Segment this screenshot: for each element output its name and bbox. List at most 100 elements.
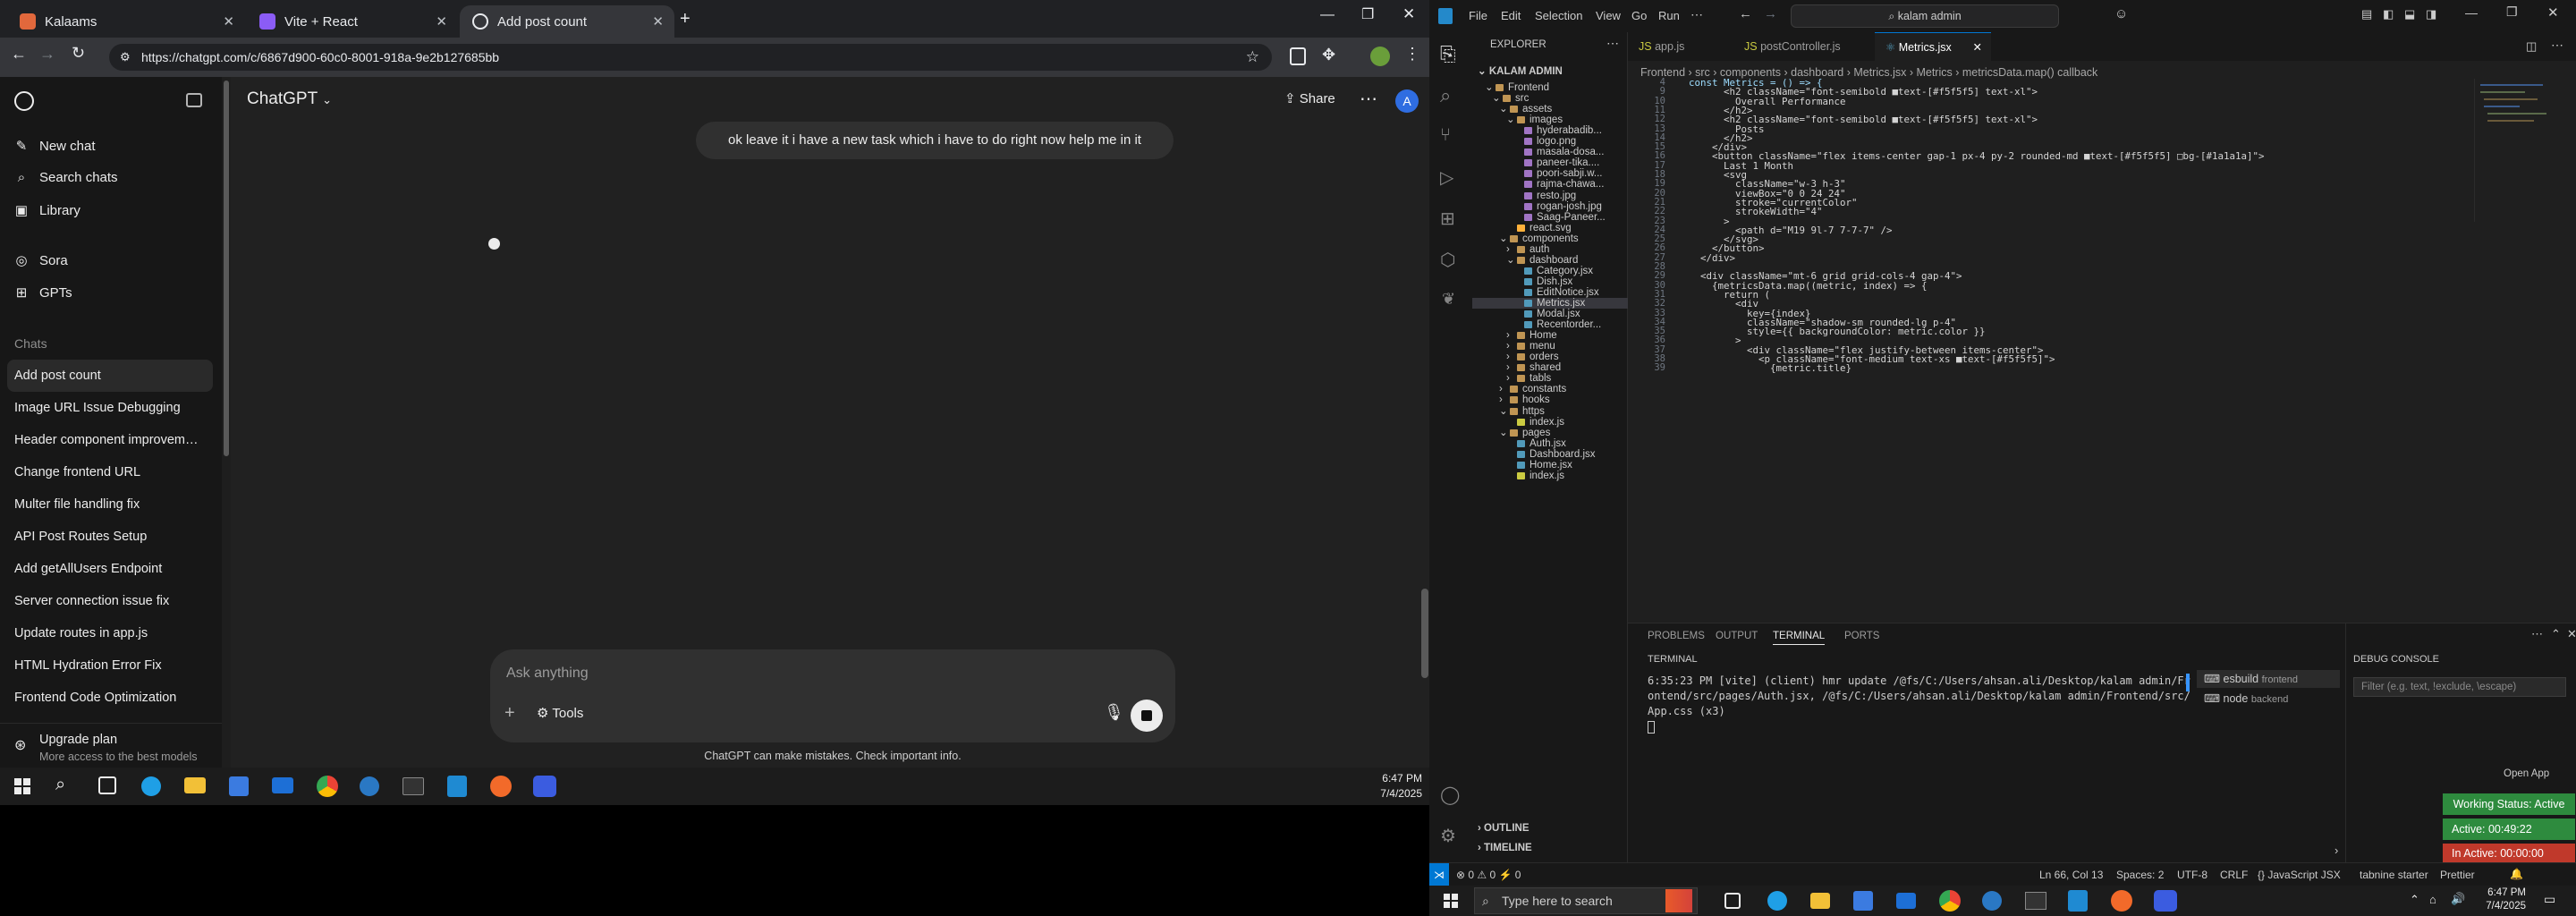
source-control-icon[interactable]: ⑂: [1440, 125, 1451, 146]
tree-item[interactable]: ⌄ dashboard: [1472, 255, 1628, 266]
panel-tab-output[interactable]: OUTPUT: [1716, 631, 1758, 641]
toggle-secondary-sidebar-icon[interactable]: ◨: [2426, 7, 2436, 21]
tree-item[interactable]: Metrics.jsx: [1472, 298, 1628, 309]
tree-item[interactable]: › Home: [1472, 330, 1628, 341]
extension-icon[interactable]: [1290, 47, 1306, 65]
maximize-icon[interactable]: ❐: [2506, 4, 2518, 20]
menu-go[interactable]: Go: [1631, 9, 1647, 22]
back-icon[interactable]: ←: [1739, 6, 1752, 21]
extensions-puzzle-icon[interactable]: ✥: [1322, 46, 1335, 64]
edge-icon[interactable]: [141, 776, 161, 796]
tree-item[interactable]: ⌄ components: [1472, 233, 1628, 244]
more-actions-icon[interactable]: ⋯: [1606, 36, 1619, 51]
menu-run[interactable]: Run: [1658, 9, 1680, 22]
new-chat-button[interactable]: ✎ New chat: [13, 138, 213, 155]
chat-item[interactable]: Multer file handling fix: [14, 497, 202, 512]
store-icon[interactable]: [1853, 891, 1873, 911]
tree-item[interactable]: › shared: [1472, 362, 1628, 373]
close-icon[interactable]: ✕: [1973, 33, 1982, 62]
panel-tab-ports[interactable]: PORTS: [1844, 631, 1879, 641]
volume-icon[interactable]: 🔊: [2451, 892, 2465, 906]
command-center-search[interactable]: ⌕ kalam admin: [1791, 4, 2059, 28]
search-icon[interactable]: ⌕: [55, 775, 65, 795]
clock-date[interactable]: 7/4/2025: [2472, 901, 2526, 912]
forward-icon[interactable]: →: [1764, 6, 1777, 21]
tab-app-js[interactable]: JS app.js: [1628, 32, 1733, 61]
tree-item[interactable]: Home.jsx: [1472, 460, 1628, 471]
tree-item[interactable]: › auth: [1472, 244, 1628, 255]
tab-add-post-count[interactable]: Add post count ✕: [460, 5, 674, 38]
mail-icon[interactable]: [1896, 893, 1916, 909]
explorer-icon[interactable]: ⎘: [1440, 43, 1456, 66]
tree-item[interactable]: rajma-chawa...: [1472, 179, 1628, 190]
cursor-position[interactable]: Ln 66, Col 13: [2039, 869, 2103, 881]
chrome-menu-icon[interactable]: ⋮: [1404, 45, 1420, 64]
mongodb-icon[interactable]: ❦: [1442, 290, 1455, 309]
close-icon[interactable]: ✕: [223, 13, 234, 30]
app-icon[interactable]: [360, 776, 379, 796]
more-menu-icon[interactable]: ⋯: [1690, 7, 1703, 22]
model-selector[interactable]: ChatGPT ⌄: [247, 89, 332, 109]
chrome-icon[interactable]: [317, 776, 338, 797]
file-explorer-icon[interactable]: [184, 777, 206, 793]
clock-time[interactable]: 6:47 PM: [2472, 887, 2526, 898]
tree-item[interactable]: ⌄ src: [1472, 93, 1628, 104]
tree-item[interactable]: Dish.jsx: [1472, 276, 1628, 287]
tree-item[interactable]: resto.jpg: [1472, 191, 1628, 201]
tab-metrics-jsx[interactable]: ⚛ Metrics.jsx ✕: [1875, 32, 1991, 61]
menu-file[interactable]: File: [1469, 9, 1487, 22]
reload-icon[interactable]: ↻: [72, 44, 85, 63]
vscode-icon[interactable]: [447, 776, 467, 797]
terminal-instance-esbuild[interactable]: ⌨ esbuild frontend: [2197, 670, 2340, 688]
tree-item[interactable]: rogan-josh.jpg: [1472, 201, 1628, 212]
tab-vite-react[interactable]: Vite + React ✕: [247, 5, 458, 38]
tree-item[interactable]: poori-sabji.w...: [1472, 168, 1628, 179]
zoom-icon[interactable]: [2154, 890, 2177, 912]
close-icon[interactable]: ✕: [436, 13, 447, 30]
menu-view[interactable]: View: [1596, 9, 1621, 22]
language-mode[interactable]: {} JavaScript JSX: [2258, 869, 2341, 881]
terminal-instance-node[interactable]: ⌨ node backend: [2197, 690, 2340, 708]
chat-item[interactable]: API Post Routes Setup: [14, 530, 202, 544]
store-icon[interactable]: [229, 776, 249, 796]
chat-item[interactable]: Add getAllUsers Endpoint: [14, 562, 202, 576]
tools-button[interactable]: ⚙ Tools: [537, 705, 583, 721]
copilot-icon[interactable]: ☺: [2114, 6, 2128, 21]
tree-item[interactable]: › hooks: [1472, 394, 1628, 405]
chat-scrollbar[interactable]: [1420, 77, 1429, 773]
network-icon[interactable]: ⌂: [2429, 893, 2436, 906]
chat-item[interactable]: HTML Hydration Error Fix: [14, 658, 202, 673]
line-ending[interactable]: CRLF: [2220, 869, 2248, 881]
chat-item[interactable]: Frontend Code Optimization: [14, 691, 202, 705]
task-view-icon[interactable]: [1724, 893, 1741, 909]
chat-item[interactable]: Update routes in app.js: [14, 626, 202, 640]
tree-item[interactable]: react.svg: [1472, 223, 1628, 233]
prompt-input[interactable]: Ask anything: [506, 666, 589, 682]
tree-item[interactable]: Auth.jsx: [1472, 438, 1628, 449]
tree-item[interactable]: › tabls: [1472, 373, 1628, 384]
stop-button[interactable]: [1131, 700, 1163, 732]
tree-item[interactable]: paneer-tika....: [1472, 157, 1628, 168]
library-button[interactable]: ▣ Library: [13, 202, 213, 219]
profile-avatar-icon[interactable]: [1370, 47, 1390, 66]
share-button[interactable]: ⇪ Share: [1284, 90, 1335, 106]
terminal-output[interactable]: 6:35:23 PM [vite] (client) hmr update /@…: [1648, 674, 2193, 734]
run-debug-icon[interactable]: ▷: [1440, 166, 1453, 189]
extensions-icon[interactable]: ⊞: [1440, 208, 1455, 230]
back-icon[interactable]: ←: [11, 45, 27, 64]
tab-kalaams[interactable]: Kalaams ✕: [7, 5, 245, 38]
tree-item[interactable]: ⌄ assets: [1472, 104, 1628, 114]
task-view-icon[interactable]: [98, 776, 116, 794]
settings-gear-icon[interactable]: ⚙: [1440, 825, 1456, 847]
project-root[interactable]: ⌄ KALAM ADMIN: [1478, 64, 1563, 77]
tabnine-status[interactable]: tabnine starter: [2360, 869, 2428, 881]
tree-item[interactable]: Saag-Paneer...: [1472, 212, 1628, 223]
zoom-icon[interactable]: [533, 776, 556, 797]
clock-time[interactable]: 6:47 PM: [1372, 772, 1422, 785]
tree-item[interactable]: hyderabadib...: [1472, 125, 1628, 136]
maximize-icon[interactable]: ❐: [1361, 5, 1374, 23]
new-tab-icon[interactable]: +: [680, 9, 691, 30]
forward-icon[interactable]: →: [39, 45, 55, 64]
user-avatar[interactable]: A: [1395, 89, 1419, 113]
remote-explorer-icon[interactable]: ⬡: [1440, 249, 1455, 271]
